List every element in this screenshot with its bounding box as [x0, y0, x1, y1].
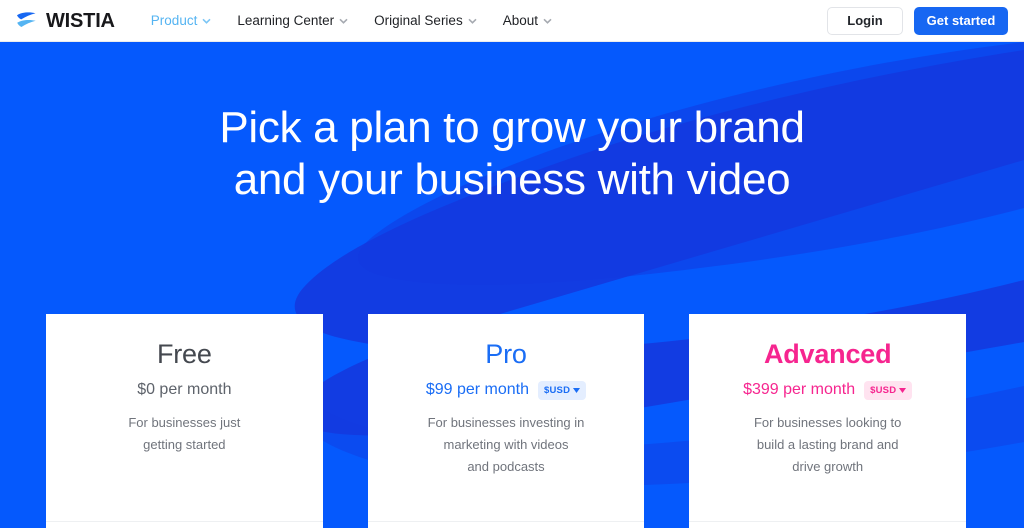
nav-item-learning-center-label: Learning Center [237, 13, 335, 28]
nav-item-original-series-label: Original Series [374, 13, 463, 28]
pricing-cards: Free $0 per month For businesses just ge… [46, 314, 967, 528]
chevron-down-icon [543, 18, 552, 24]
plan-name: Pro [485, 339, 527, 369]
currency-label: $USD [870, 384, 897, 396]
chevron-down-icon [202, 18, 211, 24]
plan-description-line-2: marketing with videos [443, 437, 569, 452]
plan-description: For businesses looking to build a lastin… [703, 412, 952, 478]
plan-description: For businesses investing in marketing wi… [382, 412, 631, 478]
plan-description-line-1: For businesses just [128, 415, 241, 430]
get-started-button[interactable]: Get started [914, 6, 1008, 35]
wistia-logo[interactable]: WISTIA [16, 11, 115, 31]
nav-item-learning-center[interactable]: Learning Center [237, 13, 348, 28]
hero-headline: Pick a plan to grow your brand and your … [0, 102, 1024, 206]
pricing-card-footer: All our standard features for videos and… [689, 521, 967, 528]
pricing-card-footer: All our standard features for videos and… [46, 521, 323, 528]
nav-item-original-series[interactable]: Original Series [374, 13, 477, 28]
price-row: $99 per month $USD [382, 380, 631, 400]
pricing-card-body: Advanced $399 per month $USD For busines… [689, 314, 966, 521]
plan-price: $99 per month [425, 381, 530, 398]
wistia-wave-mark [17, 11, 36, 27]
wistia-wordmark: WISTIA [46, 9, 115, 32]
pricing-card-free: Free $0 per month For businesses just ge… [46, 314, 323, 528]
chevron-down-icon [339, 18, 348, 24]
pricing-page: WISTIA Product Learning Center Original … [0, 0, 1024, 528]
hero-section: Pick a plan to grow your brand and your … [0, 42, 1024, 528]
plan-price: $399 per month [743, 381, 856, 398]
pricing-card-advanced: Advanced $399 per month $USD For busines… [689, 314, 967, 528]
pricing-card-pro: Pro $99 per month $USD For businesses in… [367, 314, 645, 528]
nav-links: Product Learning Center Original Series … [151, 13, 552, 28]
plan-description-line-1: For businesses looking to [753, 415, 902, 430]
plan-name: Advanced [763, 339, 892, 369]
price-row: $399 per month $USD [703, 380, 952, 400]
nav-item-about[interactable]: About [503, 13, 552, 28]
nav-item-product[interactable]: Product [151, 13, 212, 28]
plan-description-line-1: For businesses investing in [427, 415, 585, 430]
nav-actions: Login Get started [827, 6, 1008, 35]
pricing-card-footer: All our standard features for videos and… [367, 521, 645, 528]
plan-name: Free [156, 339, 212, 369]
triangle-down-icon [573, 387, 581, 393]
top-navigation-bar: WISTIA Product Learning Center Original … [0, 0, 1024, 42]
currency-label: $USD [544, 384, 571, 396]
plan-description-line-3: and podcasts [467, 459, 545, 474]
plan-description-line-2: getting started [143, 437, 226, 452]
price-row: $0 per month [60, 380, 309, 400]
nav-item-product-label: Product [150, 13, 198, 28]
plan-description: For businesses just getting started [60, 412, 309, 456]
currency-selector[interactable]: $USD [864, 380, 913, 400]
pricing-card-body: Pro $99 per month $USD For businesses in… [368, 314, 645, 521]
triangle-down-icon [899, 387, 907, 393]
hero-headline-line-2: and your business with video [233, 155, 791, 204]
plan-description-line-2: build a lasting brand and [756, 437, 899, 452]
chevron-down-icon [468, 18, 477, 24]
pricing-card-body: Free $0 per month For businesses just ge… [46, 314, 323, 521]
login-button[interactable]: Login [827, 6, 903, 35]
currency-selector[interactable]: $USD [538, 380, 587, 400]
nav-item-about-label: About [502, 13, 538, 28]
plan-price: $0 per month [137, 381, 232, 398]
plan-description-line-3: drive growth [792, 459, 864, 474]
hero-headline-line-1: Pick a plan to grow your brand [219, 103, 805, 152]
